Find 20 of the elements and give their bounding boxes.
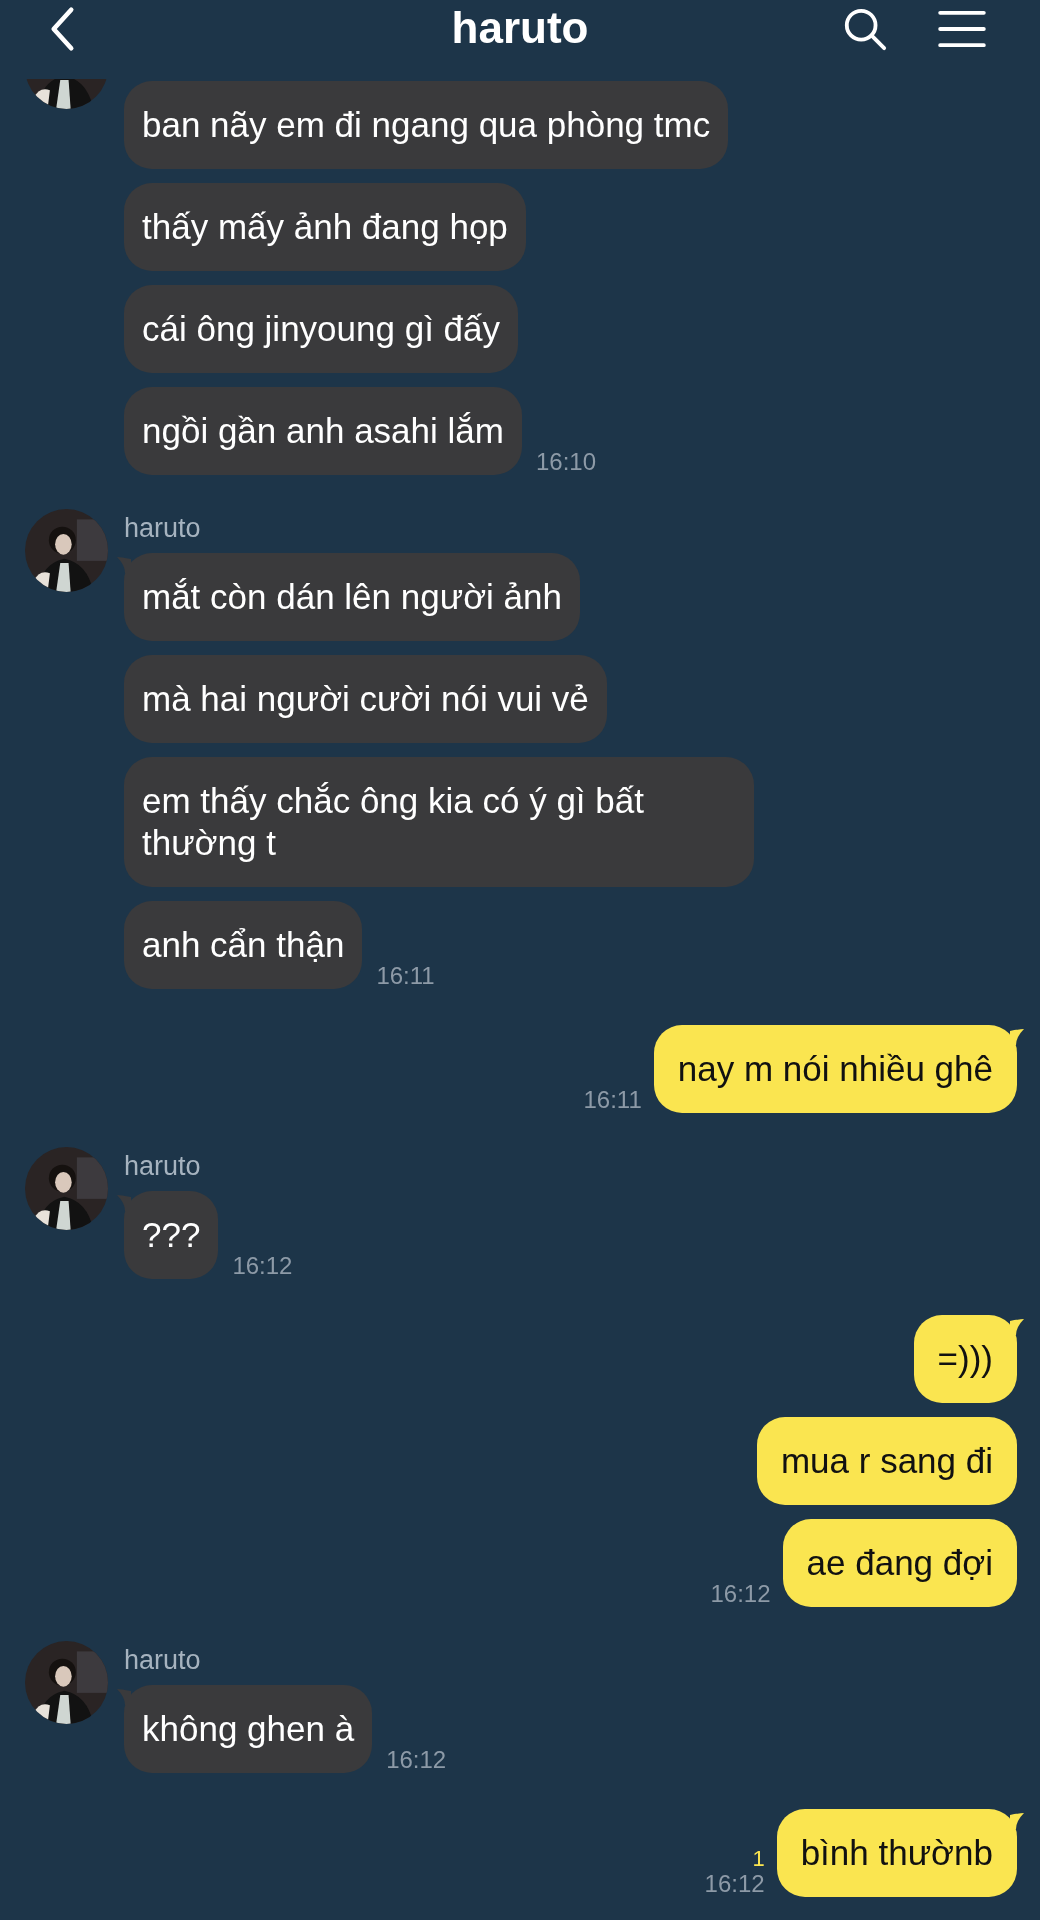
- search-icon[interactable]: [842, 6, 888, 52]
- timestamp: 16:12: [710, 1581, 771, 1607]
- bubble-tail: [117, 1195, 131, 1211]
- bubble-tail: [1010, 1813, 1024, 1829]
- bubble-tail: [1010, 1029, 1024, 1045]
- timestamp: 16:12: [386, 1747, 447, 1773]
- bubble-tail: [117, 1689, 131, 1705]
- sender-name: haruto: [124, 1645, 202, 1675]
- bubble-tail: [1010, 1319, 1024, 1335]
- timestamp: 16:10: [535, 449, 596, 475]
- bubble-tail: [117, 557, 131, 573]
- timestamp: 16:12: [704, 1871, 765, 1897]
- timestamp: 16:11: [376, 963, 435, 989]
- sender-name: haruto: [124, 1151, 202, 1181]
- menu-icon[interactable]: [937, 10, 987, 48]
- chat-title: haruto: [450, 2, 590, 54]
- unread-count: 1: [752, 1847, 765, 1871]
- sender-name: haruto: [124, 513, 202, 543]
- timestamp: 16:11: [583, 1087, 642, 1113]
- timestamp: 16:12: [232, 1253, 293, 1279]
